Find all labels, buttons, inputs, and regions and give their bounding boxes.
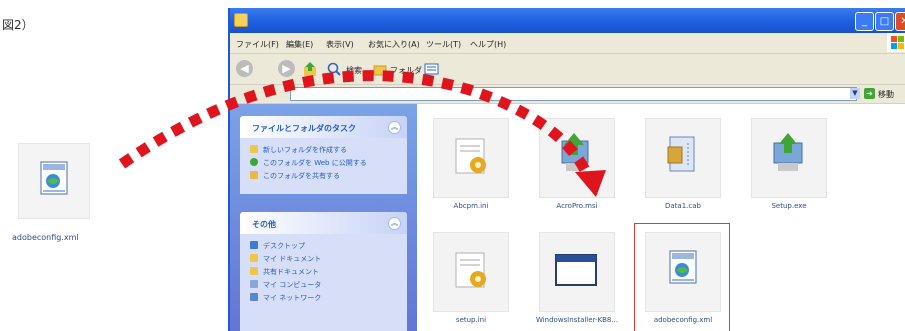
- minimize-button[interactable]: _: [855, 12, 874, 31]
- go-arrow-icon[interactable]: ➜: [864, 88, 875, 99]
- menu-view[interactable]: 表示(V): [326, 39, 354, 50]
- installer-package-icon: [539, 118, 615, 198]
- file-list: Abcpm.ini AcroPro.msi Data1.cab Setup.ex…: [417, 104, 905, 331]
- address-dropdown-icon[interactable]: ▼: [850, 88, 860, 99]
- share-folder-icon: [250, 171, 258, 179]
- collapse-icon[interactable]: ︽: [388, 121, 401, 134]
- search-icon[interactable]: [326, 61, 342, 77]
- globe-icon: [250, 158, 258, 166]
- new-folder-icon: [250, 145, 258, 153]
- ini-settings-icon: [433, 232, 509, 312]
- address-bar: ▼ ➜ 移動: [230, 85, 905, 104]
- standalone-file-name: adobeconfig.xml: [12, 233, 79, 242]
- shared-folder-icon: [250, 267, 258, 275]
- setup-installer-icon: [751, 118, 827, 198]
- task-publish-web[interactable]: このフォルダを Web に公開する: [250, 156, 399, 168]
- folder-icon: [234, 13, 248, 27]
- other-places-panel: その他 ︽ デスクトップ マイ ドキュメント 共有ドキュメント マイ コンピュー…: [240, 212, 407, 331]
- address-field[interactable]: [290, 87, 857, 101]
- place-my-documents[interactable]: マイ ドキュメント: [250, 252, 399, 264]
- folders-icon[interactable]: [372, 61, 388, 77]
- go-button[interactable]: 移動: [878, 89, 894, 100]
- file-tasks-header[interactable]: ファイルとフォルダのタスク ︽: [240, 116, 407, 138]
- menu-edit[interactable]: 編集(E): [286, 39, 313, 50]
- figure-label: 図2）: [2, 18, 34, 32]
- window-titlebar[interactable]: _ □ ✕: [230, 8, 905, 33]
- task-share-folder[interactable]: このフォルダを共有する: [250, 169, 399, 181]
- back-button[interactable]: ◀: [236, 60, 253, 77]
- file-item[interactable]: WindowsInstaller-KB8...: [535, 232, 623, 331]
- search-label[interactable]: 検索: [346, 65, 362, 76]
- menu-file[interactable]: ファイル(F): [236, 39, 279, 50]
- place-my-network[interactable]: マイ ネットワーク: [250, 291, 399, 303]
- cabinet-archive-icon: [645, 118, 721, 198]
- application-window-icon: [539, 232, 615, 312]
- menu-tools[interactable]: ツール(T): [426, 39, 461, 50]
- file-item[interactable]: setup.ini: [429, 232, 517, 331]
- file-tasks-title: ファイルとフォルダのタスク: [252, 124, 356, 133]
- file-item[interactable]: AcroPro.msi: [535, 118, 623, 218]
- views-icon[interactable]: [424, 61, 440, 77]
- network-icon: [250, 293, 258, 301]
- forward-button[interactable]: ▶: [278, 60, 295, 77]
- place-desktop[interactable]: デスクトップ: [250, 239, 399, 251]
- file-item[interactable]: Setup.exe: [747, 118, 835, 218]
- documents-folder-icon: [250, 254, 258, 262]
- windows-logo-icon: [887, 33, 905, 52]
- file-item[interactable]: Abcpm.ini: [429, 118, 517, 218]
- standalone-file-adobeconfig[interactable]: adobeconfig.xml: [12, 143, 120, 243]
- menu-favorites[interactable]: お気に入り(A): [368, 39, 420, 50]
- maximize-button[interactable]: □: [875, 12, 894, 31]
- xml-document-icon: [645, 232, 721, 312]
- task-new-folder[interactable]: 新しいフォルダを作成する: [250, 143, 399, 155]
- explorer-window: _ □ ✕ ファイル(F) 編集(E) 表示(V) お気に入り(A) ツール(T…: [228, 8, 905, 331]
- toolbar: ◀ ▶ 検索 フォルダ: [230, 54, 905, 85]
- up-folder-icon[interactable]: [302, 61, 318, 77]
- computer-icon: [250, 280, 258, 288]
- menu-bar: ファイル(F) 編集(E) 表示(V) お気に入り(A) ツール(T) ヘルプ(…: [230, 33, 905, 54]
- close-button[interactable]: ✕: [895, 12, 905, 31]
- file-item[interactable]: Data1.cab: [641, 118, 729, 218]
- file-item-selected[interactable]: adobeconfig.xml: [634, 223, 730, 331]
- task-pane: ファイルとフォルダのタスク ︽ 新しいフォルダを作成する このフォルダを Web…: [230, 104, 417, 331]
- file-tasks-panel: ファイルとフォルダのタスク ︽ 新しいフォルダを作成する このフォルダを Web…: [240, 116, 407, 194]
- ini-settings-icon: [433, 118, 509, 198]
- menu-help[interactable]: ヘルプ(H): [470, 39, 506, 50]
- other-places-header[interactable]: その他 ︽: [240, 212, 407, 234]
- place-shared-documents[interactable]: 共有ドキュメント: [250, 265, 399, 277]
- collapse-icon[interactable]: ︽: [388, 217, 401, 230]
- desktop-icon: [250, 241, 258, 249]
- folders-label[interactable]: フォルダ: [390, 65, 422, 76]
- other-places-title: その他: [252, 220, 276, 229]
- xml-document-icon: [18, 143, 90, 219]
- place-my-computer[interactable]: マイ コンピュータ: [250, 278, 399, 290]
